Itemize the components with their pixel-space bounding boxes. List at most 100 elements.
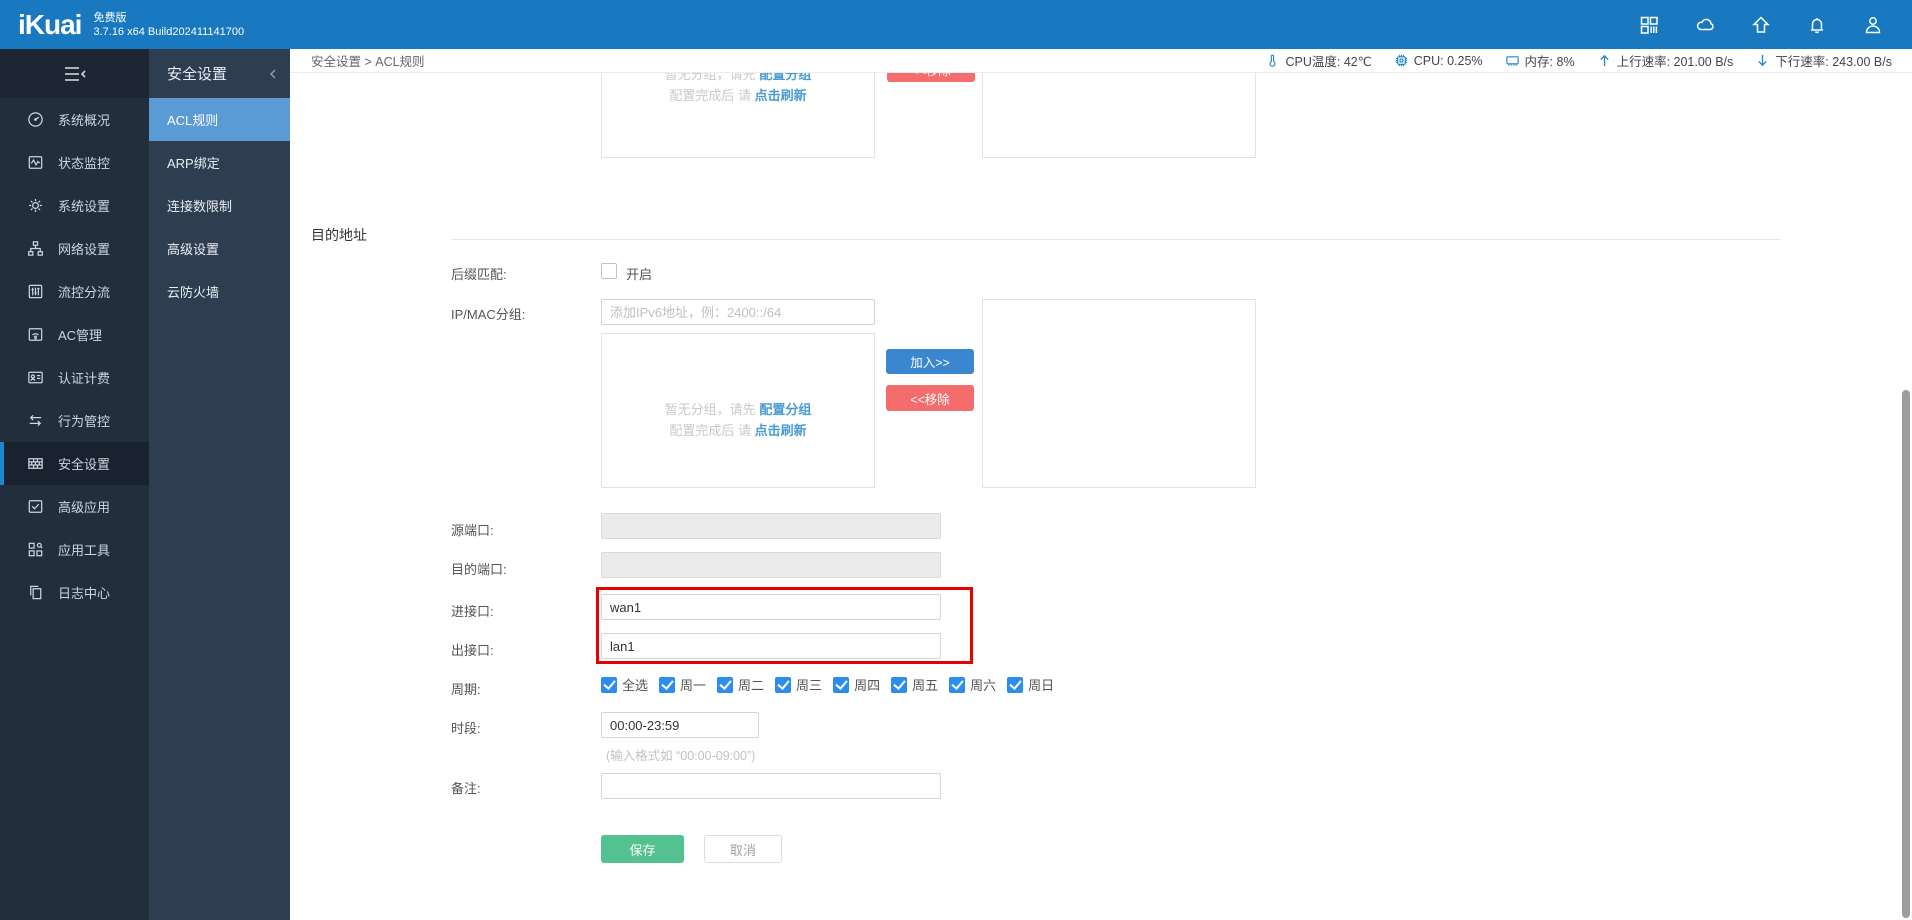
form-content: 暂无分组，请先 配置分组 配置完成后 请 点击刷新 <<移除 目的地址 后缀匹配… (290, 73, 1912, 920)
sidebar-item-system-overview[interactable]: 系统概况 (0, 98, 149, 141)
sidebar-item-status-monitor[interactable]: 状态监控 (0, 141, 149, 184)
checkbox-checked-icon[interactable] (601, 676, 617, 693)
app-version: 3.7.16 x64 Build202411141700 (93, 25, 245, 38)
dest-port-input[interactable] (601, 552, 941, 578)
ipv6-address-input[interactable] (601, 299, 875, 325)
sidebar-item-label: 安全设置 (58, 457, 111, 472)
sidebar-item-system-settings[interactable]: 系统设置 (0, 184, 149, 227)
copy-documents-icon (26, 583, 45, 602)
stat-cpu-temperature: CPU温度: 42℃ (1265, 51, 1372, 70)
checkbox-checked-icon[interactable] (1007, 676, 1024, 693)
weekday-option-sat[interactable]: 周六 (949, 675, 996, 694)
sidebar-item-advanced-apps[interactable]: 高级应用 (0, 485, 149, 528)
weekday-option-all[interactable]: 全选 (601, 675, 648, 694)
sidebar-item-label: 日志中心 (58, 586, 111, 601)
source-port-input[interactable] (601, 513, 941, 539)
sidebar-item-network-settings[interactable]: 网络设置 (0, 227, 149, 270)
gear-icon (26, 196, 45, 215)
sidebar-item-security-settings[interactable]: 安全设置 (0, 442, 149, 485)
weekday-option-tue[interactable]: 周二 (717, 675, 764, 694)
submenu-item-cloud-firewall[interactable]: 云防火墙 (149, 270, 290, 313)
cancel-button[interactable]: 取消 (704, 835, 782, 863)
dest-group-listbox[interactable]: 暂无分组，请先 配置分组 配置完成后 请 点击刷新 (601, 333, 875, 488)
weekday-option-thu[interactable]: 周四 (833, 675, 880, 694)
hamburger-icon (64, 66, 86, 81)
stat-download-rate: 下行速率: 243.00 B/s (1755, 51, 1892, 70)
id-card-icon (26, 368, 45, 387)
main-area: 安全设置 > ACL规则 CPU温度: 42℃ CPU: 0.25% 内存: 8… (290, 49, 1912, 920)
wifi-icon (26, 325, 45, 344)
checkbox-checked-icon[interactable] (775, 676, 792, 693)
weekday-option-fri[interactable]: 周五 (891, 675, 938, 694)
source-selected-listbox[interactable] (982, 73, 1256, 158)
suffix-match-checkbox[interactable] (601, 263, 617, 279)
cloud-icon[interactable] (1694, 14, 1716, 36)
week-label: 周期: (451, 682, 481, 697)
sidebar-item-label: 系统设置 (58, 199, 111, 214)
suffix-match-checkbox-label: 开启 (626, 267, 653, 282)
sidebar-item-behavior-control[interactable]: 行为管控 (0, 399, 149, 442)
vertical-scrollbar-thumb[interactable] (1902, 390, 1910, 918)
check-document-icon (26, 497, 45, 516)
source-remove-button[interactable]: <<移除 (887, 73, 975, 82)
submenu-item-connection-limit[interactable]: 连接数限制 (149, 184, 290, 227)
sidebar-item-label: AC管理 (58, 328, 103, 343)
dest-selected-listbox[interactable] (982, 299, 1256, 488)
save-button[interactable]: 保存 (601, 835, 684, 863)
submenu-collapse-icon[interactable] (268, 68, 278, 80)
checkbox-checked-icon[interactable] (659, 676, 676, 693)
toolbar: 安全设置 > ACL规则 CPU温度: 42℃ CPU: 0.25% 内存: 8… (290, 49, 1912, 73)
in-interface-input[interactable] (601, 594, 941, 620)
in-interface-label: 进接口: (451, 604, 494, 619)
weekday-option-mon[interactable]: 周一 (659, 675, 706, 694)
checkbox-checked-icon[interactable] (833, 676, 850, 693)
apps-grid-icon[interactable] (1638, 14, 1660, 36)
source-group-listbox[interactable]: 暂无分组，请先 配置分组 配置完成后 请 点击刷新 (601, 73, 875, 158)
security-submenu: 安全设置 ACL规则 ARP绑定 连接数限制 高级设置 云防火墙 (149, 49, 290, 920)
sidebar-item-log-center[interactable]: 日志中心 (0, 571, 149, 614)
time-range-input[interactable] (601, 712, 759, 738)
sidebar-item-ac-management[interactable]: AC管理 (0, 313, 149, 356)
user-icon[interactable] (1862, 14, 1884, 36)
app-header: iKuai 免费版 3.7.16 x64 Build202411141700 (0, 0, 1912, 49)
checkbox-checked-icon[interactable] (891, 676, 908, 693)
thermometer-icon (1265, 53, 1280, 68)
source-refresh-hint: 配置完成后 请 点击刷新 (669, 88, 807, 103)
dest-add-button[interactable]: 加入>> (886, 349, 974, 374)
checkbox-checked-icon[interactable] (949, 676, 966, 693)
monitor-waveform-icon (26, 153, 45, 172)
sidebar-item-label: 认证计费 (58, 371, 111, 386)
stat-cpu-usage: CPU: 0.25% (1394, 53, 1483, 68)
sidebar-item-auth-billing[interactable]: 认证计费 (0, 356, 149, 399)
dest-remove-button[interactable]: <<移除 (886, 385, 974, 411)
sidebar-item-label: 流控分流 (58, 285, 111, 300)
upgrade-arrow-icon[interactable] (1750, 14, 1772, 36)
weekday-option-wed[interactable]: 周三 (775, 675, 822, 694)
out-interface-input[interactable] (601, 633, 941, 659)
dest-refresh-link[interactable]: 点击刷新 (755, 423, 807, 438)
cpu-chip-icon (1394, 53, 1409, 68)
submenu-item-arp-binding[interactable]: ARP绑定 (149, 141, 290, 184)
sidebar-item-label: 状态监控 (58, 156, 111, 171)
dashboard-icon (26, 110, 45, 129)
sidebar-item-label: 高级应用 (58, 500, 111, 515)
main-sidebar: 系统概况 状态监控 系统设置 网络设置 流控分流 AC管理 认证计费 行为管控 (0, 49, 149, 920)
checkbox-checked-icon[interactable] (717, 676, 734, 693)
out-interface-label: 出接口: (451, 643, 494, 658)
remark-input[interactable] (601, 773, 941, 799)
source-refresh-link[interactable]: 点击刷新 (755, 88, 807, 103)
sidebar-collapse-button[interactable] (0, 49, 149, 98)
section-title-destination: 目的地址 (311, 227, 367, 243)
breadcrumb: 安全设置 > ACL规则 (311, 55, 425, 69)
sidebar-item-flow-control[interactable]: 流控分流 (0, 270, 149, 313)
submenu-item-acl-rules[interactable]: ACL规则 (149, 98, 290, 141)
sidebar-item-app-tools[interactable]: 应用工具 (0, 528, 149, 571)
weekday-option-sun[interactable]: 周日 (1007, 675, 1054, 694)
submenu-item-advanced-settings[interactable]: 高级设置 (149, 227, 290, 270)
app-version-block: 免费版 3.7.16 x64 Build202411141700 (93, 11, 244, 39)
dest-config-group-link[interactable]: 配置分组 (759, 402, 811, 417)
remark-label: 备注: (451, 781, 481, 796)
source-config-group-link[interactable]: 配置分组 (759, 73, 811, 82)
weekday-checkbox-group: 全选 周一 周二 周三 周四 周五 周六 周日 (601, 675, 1054, 694)
notification-bell-icon[interactable] (1806, 14, 1828, 36)
